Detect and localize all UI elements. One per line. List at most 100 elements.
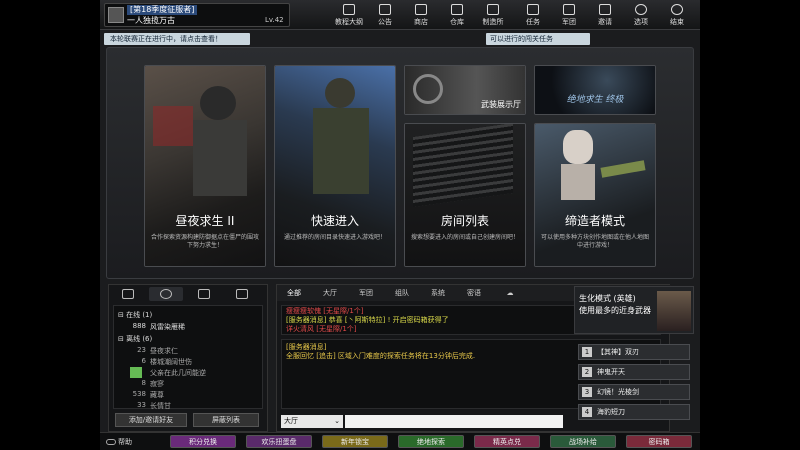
chat-tab-lobby[interactable]: 大厅 [313,285,347,301]
battle-supply-button[interactable]: 战场补给 [550,435,616,448]
list-icon [122,289,134,299]
nav-label: 任务 [526,17,540,26]
friend-row[interactable]: 8 寂寥 [118,379,258,389]
group-label: 在线 (1) [126,311,153,319]
character-portrait [657,291,691,331]
card-survival[interactable]: 昼夜求生 II 合作探索资源构建防御据点在僵尸的围攻下努力求生！ [144,65,266,267]
nav-factory[interactable]: 制造所 [476,0,510,30]
nav-mission[interactable]: 任务 [516,0,550,30]
rank-number: 3 [582,387,592,397]
chat-tab-all[interactable]: 全部 [277,285,311,301]
nav-label: 结束 [670,17,684,26]
nav-clan[interactable]: 军团 [552,0,586,30]
friend-row[interactable]: 538 藏尊 [118,390,258,400]
banner-subtitle: 使用最多的近身武器 [579,306,651,315]
nav-notice[interactable]: 公告 [368,0,402,30]
card-room-list[interactable]: 房间列表 搜索想要进入的房间或自己创建房间吧！ [404,123,526,267]
tab-notes[interactable] [225,287,259,301]
card-pubg[interactable]: 绝地求生 终极 [534,65,656,115]
help-label: 帮助 [118,438,132,446]
card-desc: 通过推荐的房间目录快速进入游戏吧！ [283,234,386,241]
friend-row[interactable]: 23父亲在此几间能逆 [118,367,258,378]
chat-channel-select[interactable]: 大厅 ⌄ [281,415,343,428]
chat-tab-whisper[interactable]: 密语 [457,285,491,301]
chat-settings-icon[interactable]: ☁ [493,285,527,301]
nav-invite[interactable]: 邀请 [588,0,622,30]
pubg-explore-button[interactable]: 绝地探索 [398,435,464,448]
add-friend-button[interactable]: 添加/邀请好友 [115,413,187,427]
friend-level: 538 [132,390,146,398]
player-profile[interactable]: [第18季度征服者] 一人独揽万古 Lv.42 [104,3,290,27]
chat-tab-clan[interactable]: 军团 [349,285,383,301]
card-title: 房间列表 [440,214,489,228]
friend-row[interactable]: 888 风雷染雁稀 [118,322,258,332]
factory-icon [487,3,499,15]
weapon-rank-2[interactable]: 2 神鬼开天 [578,364,690,380]
toggle-icon [106,439,116,445]
nav-label: 公告 [378,17,392,26]
friend-list: ⊟ 在线 (1) 888 风雷染雁稀 ⊟ 离线 (6) 23 昼夜求仁 6 楼城潮阔世… [113,305,263,411]
password-box-button[interactable]: 密码箱 [626,435,692,448]
nav-label: 邀请 [598,17,612,26]
points-exchange-button[interactable]: 积分兑换 [170,435,236,448]
nav-options[interactable]: 选项 [624,0,658,30]
group-label: 离线 (6) [126,335,153,343]
friend-level: 6 [141,357,146,365]
megaphone-icon [379,3,391,15]
nav-warehouse[interactable]: 仓库 [440,0,474,30]
help-toggle[interactable]: 帮助 [106,436,146,448]
friends-panel: ⊟ 在线 (1) 888 风雷染雁稀 ⊟ 离线 (6) 23 昼夜求仁 6 楼城潮阔世… [108,284,268,432]
chat-tab-team[interactable]: 组队 [385,285,419,301]
new-year-treasure-button[interactable]: 新年锁宝 [322,435,388,448]
people-icon [160,289,172,299]
weapon-rank-4[interactable]: 4 海豹短刀 [578,404,690,420]
season-title: [第18季度征服者] [127,5,198,15]
nav-exit[interactable]: 结束 [660,0,694,30]
friend-level: 23 [137,346,146,354]
elite-points-button[interactable]: 精英点兑 [474,435,540,448]
power-icon [671,3,683,15]
nav-label: 制造所 [482,17,504,26]
card-quick-join[interactable]: 快速进入 通过推荐的房间目录快速进入游戏吧！ [274,65,396,267]
card-armory[interactable]: 武装展示厅 [404,65,526,115]
friend-row[interactable]: 23 昼夜求仁 [118,346,258,356]
chat-input[interactable] [345,415,563,428]
edit-icon [236,289,248,299]
friend-row[interactable]: 6 楼城潮阔世伤 [118,357,258,367]
mission-notice[interactable]: 可以进行的闯关任务 [486,33,590,45]
tab-friend-list[interactable] [111,287,145,301]
channel-label: 大厅 [284,417,298,425]
league-notice[interactable]: 本轮联赛正在进行中，请点击查看！ [104,33,250,45]
weapon-name: 神鬼开天 [597,368,625,376]
weapon-name: 【其神】双刃 [597,348,639,356]
nav-label: 军团 [562,17,576,26]
weapon-rank-1[interactable]: 1 【其神】双刃 [578,344,690,360]
tab-friends[interactable] [149,287,183,301]
online-group-header[interactable]: ⊟ 在线 (1) [118,310,152,320]
nav-label: 选项 [634,17,648,26]
bottom-bar: 帮助 积分兑换 欢乐扭蛋盘 新年锁宝 绝地探索 精英点兑 战场补给 密码箱 [100,432,700,450]
nav-shop[interactable]: 商店 [404,0,438,30]
nav-tutorial[interactable]: 教程大纲 [332,0,366,30]
offline-group-header[interactable]: ⊟ 离线 (6) [118,334,152,344]
game-lobby-window: [第18季度征服者] 一人独揽万古 Lv.42 教程大纲 公告 商店 仓库 制造… [100,0,700,450]
chat-tab-system[interactable]: 系统 [421,285,455,301]
hero-mode-banner[interactable]: 生化模式 (英雄) 使用最多的近身武器 [574,286,694,334]
weapon-name: 幻镜！光棱剑 [597,388,639,396]
friend-name: 长情甘 [150,402,171,410]
top-bar: [第18季度征服者] 一人独揽万古 Lv.42 教程大纲 公告 商店 仓库 制造… [100,0,700,30]
card-creator-mode[interactable]: 缔造者模式 可以使用多种方块创作地图或在他人地图中进行游戏！ [534,123,656,267]
friend-level: 33 [137,401,146,409]
friend-name: 父亲在此几间能逆 [150,369,206,377]
gacha-button[interactable]: 欢乐扭蛋盘 [246,435,312,448]
rank-number: 4 [582,407,592,417]
card-title: 快速进入 [310,214,359,228]
nav-label: 商店 [414,17,428,26]
clan-icon [563,3,575,15]
mode-panel: 昼夜求生 II 合作探索资源构建防御据点在僵尸的围攻下努力求生！ 快速进入 通过… [106,47,694,279]
tab-clan-members[interactable] [187,287,221,301]
friend-name: 风雷染雁稀 [150,323,185,331]
block-list-button[interactable]: 屏蔽列表 [193,413,259,427]
friend-row[interactable]: 33 长情甘 [118,401,258,411]
weapon-rank-3[interactable]: 3 幻镜！光棱剑 [578,384,690,400]
